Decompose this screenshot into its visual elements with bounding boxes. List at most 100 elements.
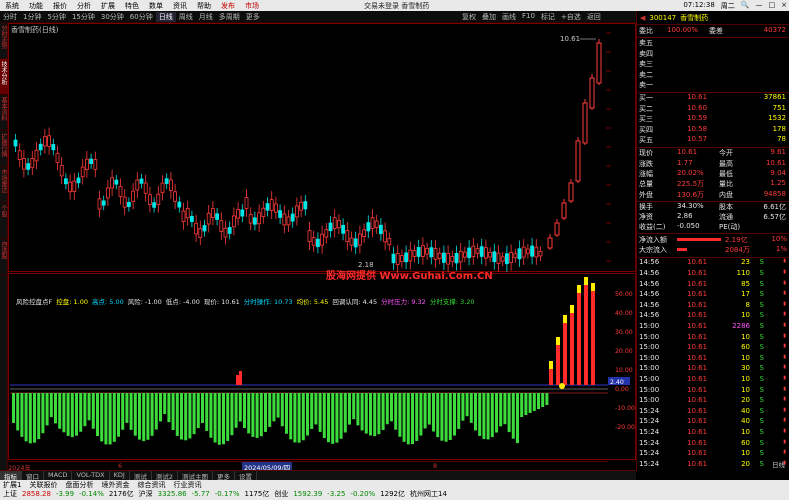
menu-item[interactable]: 帮助 bbox=[192, 1, 216, 11]
candle-body bbox=[231, 215, 236, 228]
window-control[interactable]: □ bbox=[769, 1, 776, 11]
candle-body bbox=[206, 212, 211, 225]
menu-item-highlight[interactable]: 市场 bbox=[240, 1, 264, 11]
histogram-bar-positive bbox=[556, 345, 560, 385]
fundamental-value: -0.050 bbox=[677, 222, 700, 231]
period-tab[interactable]: 日线 bbox=[155, 11, 176, 22]
menu-item[interactable]: 扩展 bbox=[96, 1, 120, 11]
period-tab[interactable]: 多周期 bbox=[216, 12, 243, 22]
candle-body bbox=[349, 237, 354, 246]
menu-item-highlight[interactable]: 发布 bbox=[216, 1, 240, 11]
window-control[interactable]: — bbox=[756, 1, 763, 11]
period-tab[interactable]: 5分钟 bbox=[44, 12, 68, 22]
indicator-tab[interactable]: MACD bbox=[44, 471, 73, 480]
candle-body bbox=[26, 163, 31, 170]
menu-item[interactable]: 系统 bbox=[0, 1, 24, 11]
tick-price: 10.61 bbox=[687, 364, 708, 373]
period-tab[interactable]: 30分钟 bbox=[98, 12, 127, 22]
menu-item[interactable]: 分析 bbox=[72, 1, 96, 11]
window-control[interactable]: 周二 bbox=[721, 1, 735, 11]
menu-item[interactable]: 报价 bbox=[48, 1, 72, 11]
kline-chart-svg[interactable]: 10.612.1850.0040.0030.0020.0010.000.00-1… bbox=[8, 23, 636, 460]
tick-price: 10.61 bbox=[687, 311, 708, 320]
period-tab[interactable]: 60分钟 bbox=[127, 12, 156, 22]
indicator-tab[interactable]: VOL-TDX bbox=[72, 471, 110, 480]
indicator-tab[interactable]: 指标 bbox=[0, 471, 22, 481]
sub-y-label: 20.00 bbox=[615, 348, 633, 355]
candle-body bbox=[160, 182, 165, 194]
sort-icon[interactable]: ◀ bbox=[640, 14, 645, 22]
period-tab[interactable]: 月线 bbox=[196, 12, 216, 22]
indicator-tab[interactable]: 设置 bbox=[235, 471, 257, 481]
sidebar-tab[interactable]: 市场雷达 bbox=[0, 167, 8, 203]
money-flow-bar bbox=[677, 237, 721, 241]
candle-body bbox=[68, 181, 72, 193]
tick-time: 14:56 bbox=[639, 269, 660, 277]
histogram-bar-negative bbox=[83, 393, 87, 427]
histogram-bar-negative bbox=[482, 393, 486, 440]
sidebar-tab[interactable]: 基本资料 bbox=[0, 95, 8, 131]
ask-row: 卖二 bbox=[637, 70, 789, 81]
quote-label: 总量 bbox=[639, 180, 653, 189]
chart-tool-button[interactable]: F10 bbox=[522, 12, 535, 22]
period-tab[interactable]: 15分钟 bbox=[69, 12, 98, 22]
sidebar-tab[interactable]: 技术分析 bbox=[0, 59, 8, 95]
sidebar-tab[interactable]: 自选股 bbox=[0, 239, 8, 275]
candle-body bbox=[395, 253, 400, 265]
tick-time: 15:00 bbox=[639, 385, 660, 394]
status-tab[interactable]: 境外资金 bbox=[101, 480, 129, 489]
chart-tool-button[interactable]: 标记 bbox=[541, 12, 555, 22]
indicator-tab[interactable]: 更多 bbox=[213, 471, 235, 481]
indicator-tab[interactable]: KDJ bbox=[110, 471, 130, 480]
histogram-bar-negative bbox=[356, 393, 360, 426]
chart-tool-button[interactable]: 叠加 bbox=[482, 12, 496, 22]
histogram-bar-negative bbox=[104, 393, 108, 445]
status-tab[interactable]: 行业资讯 bbox=[173, 480, 201, 489]
tick-marker: ▮ bbox=[783, 322, 786, 328]
period-tab[interactable]: 更多 bbox=[243, 12, 263, 22]
chart-area[interactable]: 10.61 2.18 50.00 40.00 30.00 20.00 10.00 0.00 -1… bbox=[8, 23, 636, 460]
tick-volume: 2286 bbox=[732, 322, 750, 330]
status-tab[interactable]: 盘面分析 bbox=[65, 480, 93, 489]
status-tab[interactable]: 关联报价 bbox=[29, 480, 57, 489]
indicator-tab[interactable]: 测试2 bbox=[152, 471, 178, 481]
menu-item[interactable]: 资讯 bbox=[168, 1, 192, 11]
menu-item[interactable]: 功能 bbox=[24, 1, 48, 11]
indicator-tab[interactable]: 窗口 bbox=[22, 471, 44, 481]
chart-tool-button[interactable]: +自选 bbox=[561, 12, 581, 22]
histogram-bar-negative bbox=[516, 393, 519, 444]
ticks-tab[interactable]: 日线 bbox=[772, 459, 785, 469]
status-tab[interactable]: 综合资讯 bbox=[137, 480, 165, 489]
indicator-tab[interactable]: 测试 bbox=[130, 471, 152, 481]
period-tab[interactable]: 分时 bbox=[0, 12, 20, 22]
chart-tool-button[interactable]: 返回 bbox=[587, 12, 601, 22]
histogram-bar-negative bbox=[24, 393, 28, 442]
menu-item[interactable]: 数单 bbox=[144, 1, 168, 11]
period-tab[interactable]: 周线 bbox=[176, 12, 196, 22]
window-control[interactable]: 🔍 bbox=[741, 1, 750, 11]
tick-time: 15:00 bbox=[639, 353, 660, 362]
tick-price: 10.61 bbox=[687, 428, 708, 436]
window-control[interactable]: 07:12:38 bbox=[683, 1, 714, 11]
tick-row: 15:00 10.61 2286 S ▮ bbox=[637, 322, 789, 333]
chart-tool-button[interactable]: 画线 bbox=[502, 12, 516, 22]
period-tab[interactable]: 1分钟 bbox=[20, 12, 44, 22]
quote-row: 涨跌 1.77 最高 10.61 bbox=[637, 159, 789, 170]
indicator-value: 风险控盘点F bbox=[16, 298, 53, 306]
chart-tool-button[interactable]: 复权 bbox=[462, 12, 476, 22]
tick-side: S bbox=[759, 438, 764, 447]
sidebar-tab[interactable]: 个股 bbox=[0, 203, 8, 239]
indicator-tab[interactable]: 测试主图 bbox=[178, 471, 213, 481]
sidebar-tab[interactable]: 扩展行情 bbox=[0, 131, 8, 167]
fundamental-label: 股本 bbox=[719, 202, 733, 211]
candle-body bbox=[252, 217, 257, 225]
tick-side: S bbox=[759, 353, 764, 362]
indicator-value: 控盘: 1.00 bbox=[56, 298, 88, 306]
menu-item[interactable]: 特色 bbox=[120, 1, 144, 11]
histogram-bar-negative bbox=[520, 393, 524, 417]
histogram-bar-negative bbox=[335, 393, 339, 443]
sidebar-tab[interactable]: 分时走势 bbox=[0, 23, 8, 59]
candle-body bbox=[273, 203, 278, 213]
window-control[interactable]: × bbox=[781, 1, 787, 11]
status-tab[interactable]: 扩展1 bbox=[3, 480, 21, 489]
